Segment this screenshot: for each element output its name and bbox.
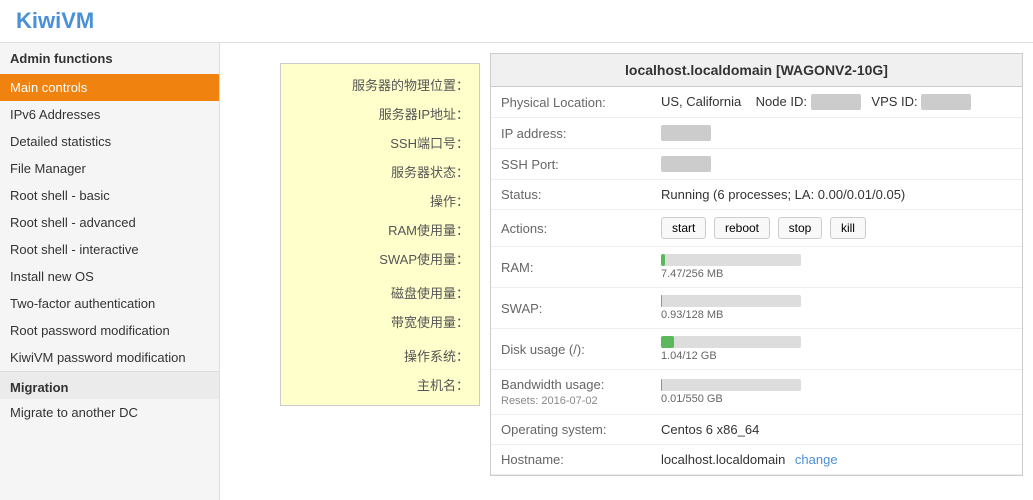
tooltip-overlay: 服务器的物理位置： 服务器IP地址： SSH端口号： 服务器状态： 操作： RA… xyxy=(280,63,480,406)
row-disk: Disk usage (/): 1.04/12 GB xyxy=(491,329,1022,370)
swap-progress: 0.93/128 MB xyxy=(661,295,801,321)
sidebar-item-root-shell-interactive[interactable]: Root shell - interactive xyxy=(0,236,219,263)
value-ssh xyxy=(651,149,1022,180)
sidebar: Admin functions Main controls IPv6 Addre… xyxy=(0,43,220,500)
panel-body: Physical Location: US, California Node I… xyxy=(491,87,1022,475)
swap-bar-fill xyxy=(661,295,662,307)
row-os: Operating system: Centos 6 x86_64 xyxy=(491,415,1022,445)
row-location: Physical Location: US, California Node I… xyxy=(491,87,1022,118)
ip-value xyxy=(661,125,711,141)
sidebar-item-root-shell-basic[interactable]: Root shell - basic xyxy=(0,182,219,209)
sidebar-item-file-manager[interactable]: File Manager xyxy=(0,155,219,182)
row-ip: IP address: xyxy=(491,118,1022,149)
sidebar-item-main-controls[interactable]: Main controls xyxy=(0,74,219,101)
disk-label: 1.04/12 GB xyxy=(661,350,801,362)
label-hostname: Hostname: xyxy=(491,445,651,475)
value-ip xyxy=(651,118,1022,149)
value-actions: start reboot stop kill xyxy=(651,210,1022,247)
tooltip-row-6: RAM使用量： xyxy=(291,215,469,244)
disk-bar-bg xyxy=(661,336,801,348)
ram-bar-fill xyxy=(661,254,665,266)
label-actions: Actions: xyxy=(491,210,651,247)
tooltip-row-1: 服务器的物理位置： xyxy=(291,70,469,99)
ram-label: 7.47/256 MB xyxy=(661,268,801,280)
row-actions: Actions: start reboot stop kill xyxy=(491,210,1022,247)
disk-bar-fill xyxy=(661,336,674,348)
tooltip-row-3: SSH端口号： xyxy=(291,128,469,157)
tooltip-row-5: 操作： xyxy=(291,186,469,215)
main-panel: localhost.localdomain [WAGONV2-10G] Phys… xyxy=(490,53,1023,476)
swap-bar-bg xyxy=(661,295,801,307)
start-button[interactable]: start xyxy=(661,217,706,239)
sidebar-item-ipv6[interactable]: IPv6 Addresses xyxy=(0,101,219,128)
bandwidth-label: 0.01/550 GB xyxy=(661,393,801,405)
bandwidth-progress: 0.01/550 GB xyxy=(661,379,801,405)
row-status: Status: Running (6 processes; LA: 0.00/0… xyxy=(491,180,1022,210)
kill-button[interactable]: kill xyxy=(830,217,866,239)
tooltip-row-8: 磁盘使用量： xyxy=(291,273,469,307)
info-table: Physical Location: US, California Node I… xyxy=(491,87,1022,475)
main-layout: Admin functions Main controls IPv6 Addre… xyxy=(0,43,1033,500)
sidebar-item-detailed-stats[interactable]: Detailed statistics xyxy=(0,128,219,155)
row-bandwidth: Bandwidth usage: Resets: 2016-07-02 0.01… xyxy=(491,370,1022,415)
ram-bar-bg xyxy=(661,254,801,266)
sidebar-item-kiwivm-password[interactable]: KiwiVM password modification xyxy=(0,344,219,371)
label-swap: SWAP: xyxy=(491,288,651,329)
sidebar-item-root-shell-advanced[interactable]: Root shell - advanced xyxy=(0,209,219,236)
label-ssh: SSH Port: xyxy=(491,149,651,180)
ram-progress: 7.47/256 MB xyxy=(661,254,801,280)
tooltip-row-10: 操作系统： xyxy=(291,336,469,370)
value-location: US, California Node ID: VPS ID: xyxy=(651,87,1022,118)
sidebar-item-install-os[interactable]: Install new OS xyxy=(0,263,219,290)
sidebar-item-migrate-dc[interactable]: Migrate to another DC xyxy=(0,399,219,426)
label-status: Status: xyxy=(491,180,651,210)
ssh-value xyxy=(661,156,711,172)
label-os: Operating system: xyxy=(491,415,651,445)
label-ip: IP address: xyxy=(491,118,651,149)
tooltip-row-2: 服务器IP地址： xyxy=(291,99,469,128)
bandwidth-sublabel: Resets: 2016-07-02 xyxy=(501,395,598,407)
row-ram: RAM: 7.47/256 MB xyxy=(491,247,1022,288)
vps-id xyxy=(921,94,971,110)
disk-progress: 1.04/12 GB xyxy=(661,336,801,362)
label-bandwidth: Bandwidth usage: Resets: 2016-07-02 xyxy=(491,370,651,415)
reboot-button[interactable]: reboot xyxy=(714,217,770,239)
bandwidth-bar-bg xyxy=(661,379,801,391)
content-area: 服务器的物理位置： 服务器IP地址： SSH端口号： 服务器状态： 操作： RA… xyxy=(220,43,1033,500)
migration-category: Migration xyxy=(0,371,219,399)
value-status: Running (6 processes; LA: 0.00/0.01/0.05… xyxy=(651,180,1022,210)
tooltip-row-9: 带宽使用量： xyxy=(291,307,469,336)
logo: KiwiVM xyxy=(16,8,94,33)
label-disk: Disk usage (/): xyxy=(491,329,651,370)
tooltip-row-11: 主机名： xyxy=(291,370,469,399)
admin-functions-title: Admin functions xyxy=(0,43,219,74)
value-hostname: localhost.localdomain change xyxy=(651,445,1022,475)
panel-title: localhost.localdomain [WAGONV2-10G] xyxy=(491,54,1022,87)
sidebar-item-root-password[interactable]: Root password modification xyxy=(0,317,219,344)
value-disk: 1.04/12 GB xyxy=(651,329,1022,370)
value-bandwidth: 0.01/550 GB xyxy=(651,370,1022,415)
change-hostname-link[interactable]: change xyxy=(795,452,838,467)
label-ram: RAM: xyxy=(491,247,651,288)
node-id xyxy=(811,94,861,110)
sidebar-item-two-factor[interactable]: Two-factor authentication xyxy=(0,290,219,317)
value-swap: 0.93/128 MB xyxy=(651,288,1022,329)
stop-button[interactable]: stop xyxy=(778,217,823,239)
row-hostname: Hostname: localhost.localdomain change xyxy=(491,445,1022,475)
bandwidth-bar-fill xyxy=(661,379,662,391)
tooltip-row-7: SWAP使用量： xyxy=(291,244,469,273)
label-location: Physical Location: xyxy=(491,87,651,118)
value-ram: 7.47/256 MB xyxy=(651,247,1022,288)
row-ssh: SSH Port: xyxy=(491,149,1022,180)
header: KiwiVM xyxy=(0,0,1033,43)
tooltip-row-4: 服务器状态： xyxy=(291,157,469,186)
swap-label: 0.93/128 MB xyxy=(661,309,801,321)
value-os: Centos 6 x86_64 xyxy=(651,415,1022,445)
row-swap: SWAP: 0.93/128 MB xyxy=(491,288,1022,329)
